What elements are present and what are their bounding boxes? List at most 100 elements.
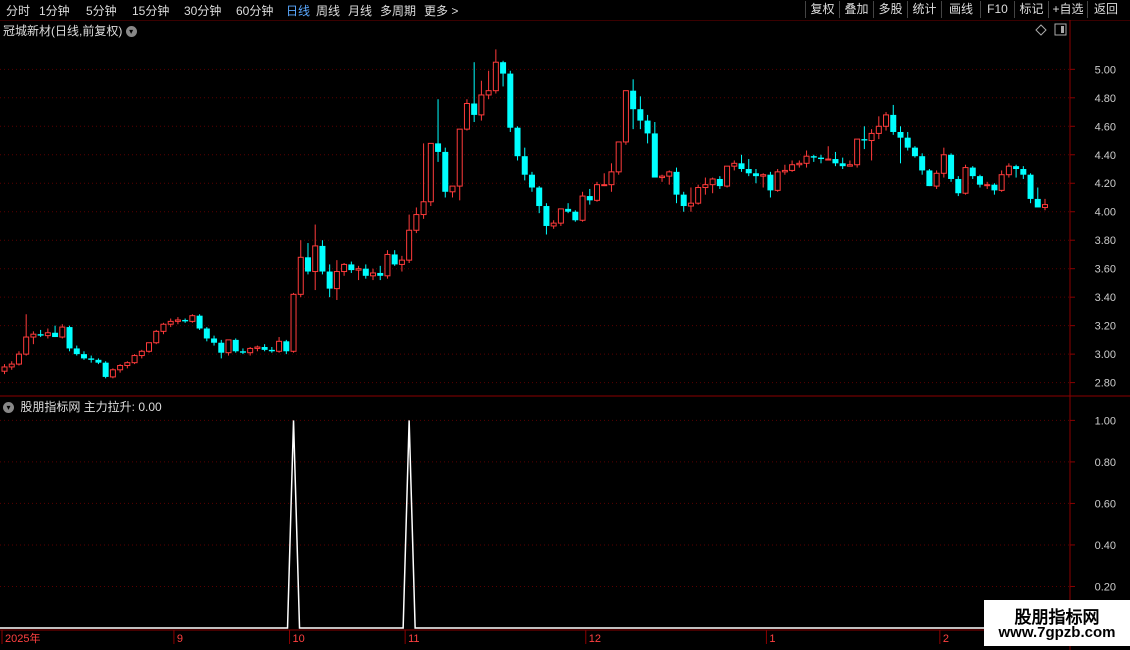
- candle-body-down: [1034, 198, 1041, 208]
- candle-body-down: [73, 348, 80, 355]
- y-tick-label: 3.60: [1095, 264, 1116, 276]
- indicator-series-line: [0, 420, 1070, 629]
- watermark: 股朋指标网 www.7gpzb.com: [984, 600, 1130, 646]
- y-tick-label: 3.00: [1095, 349, 1116, 361]
- candle-body-down: [442, 151, 449, 192]
- candle-body-up: [774, 171, 781, 191]
- candle-body-up: [160, 323, 167, 332]
- panel-toggle-icon: [1054, 23, 1067, 36]
- candle-body-down: [102, 362, 109, 377]
- candle-body-down: [52, 332, 59, 338]
- candle-body-up: [883, 114, 890, 127]
- candle-body-down: [304, 257, 311, 272]
- candle-body-up: [131, 355, 138, 364]
- candle-body-down: [839, 163, 846, 167]
- candle-body-up: [138, 350, 145, 357]
- candle-body-up: [1042, 204, 1048, 208]
- candle-body-down: [435, 143, 442, 152]
- x-axis: 2025年 9 10 11 12 1 2: [1, 630, 949, 645]
- candle-body-down: [911, 147, 918, 157]
- candle-body-up: [297, 256, 304, 295]
- candle-body-up: [290, 293, 297, 352]
- candle-body-down: [196, 315, 203, 329]
- candle-body-down: [565, 208, 572, 212]
- candle-body-up: [962, 167, 969, 194]
- stock-chart[interactable]: 5.00 4.80 4.60 4.40 4.20 4.00 3.80 3.60 3.40 3.20…: [0, 0, 1130, 650]
- candle-body-down: [66, 327, 73, 349]
- y-tick-label: 3.20: [1095, 321, 1116, 333]
- candle-body-down: [1013, 166, 1020, 170]
- candle-body-up: [312, 245, 319, 273]
- candle-body-down: [767, 174, 774, 191]
- x-tick-label: 10: [293, 633, 305, 645]
- candle-body-down: [637, 109, 644, 121]
- candle-body-up: [478, 94, 485, 116]
- y-tick-label: 0.60: [1095, 498, 1116, 510]
- candle-body-down: [1027, 174, 1034, 199]
- candle-body-down: [572, 211, 579, 221]
- candle-body-down: [897, 131, 904, 138]
- candle-body-up: [456, 128, 463, 187]
- candle-body-up: [117, 365, 124, 371]
- candlestick-series: [1, 49, 1048, 379]
- candle-body-up: [370, 272, 377, 277]
- candle-body-down: [919, 156, 926, 171]
- x-tick-label: 11: [408, 633, 419, 645]
- panel-icons: [1035, 23, 1067, 36]
- candle-body-up: [384, 253, 391, 277]
- candle-body-down: [644, 120, 651, 134]
- candle-body-down: [969, 167, 976, 177]
- y-tick-label: 2.80: [1095, 378, 1116, 390]
- candle-body-up: [23, 336, 30, 355]
- candle-body-up: [30, 333, 37, 338]
- watermark-url: www.7gpzb.com: [998, 624, 1116, 641]
- candle-body-up: [789, 164, 796, 171]
- candle-body-up: [615, 141, 622, 173]
- candle-body-up: [796, 162, 803, 166]
- y-tick-label: 4.60: [1095, 121, 1116, 133]
- candle-body-up: [341, 263, 348, 273]
- candle-body-up: [666, 171, 673, 177]
- candle-body-up: [1005, 165, 1012, 176]
- y-tick-label: 4.20: [1095, 178, 1116, 190]
- candle-body-up: [167, 320, 174, 325]
- candle-body-down: [326, 271, 333, 289]
- candle-body-down: [832, 159, 839, 164]
- candle-body-up: [44, 332, 51, 337]
- candle-body-up: [333, 271, 340, 290]
- candle-body-up: [247, 347, 254, 354]
- candle-body-up: [485, 90, 492, 96]
- candle-body-up: [659, 175, 666, 179]
- candle-body-up: [492, 61, 499, 92]
- candle-body-down: [348, 264, 355, 271]
- candle-body-up: [59, 326, 66, 338]
- candle-body-down: [630, 90, 637, 110]
- candle-body-down: [218, 342, 225, 353]
- candle-body-up: [760, 174, 767, 177]
- candle-body-up: [984, 184, 991, 187]
- candle-body-down: [268, 349, 275, 352]
- candle-body-down: [37, 334, 44, 336]
- panel-toggle-icon-bar: [1061, 26, 1064, 33]
- candle-body-up: [109, 369, 116, 378]
- candle-body-down: [80, 354, 87, 359]
- x-tick-label: 9: [177, 633, 183, 645]
- y-tick-label: 0.80: [1095, 457, 1116, 469]
- candle-body-up: [854, 138, 861, 166]
- candle-body-down: [716, 178, 723, 187]
- candle-body-up: [406, 229, 413, 261]
- candle-body-up: [695, 187, 702, 204]
- candle-body-down: [1020, 169, 1027, 175]
- candle-body-up: [557, 208, 564, 224]
- candle-body-down: [651, 133, 658, 178]
- candle-body-down: [976, 176, 983, 185]
- candle-body-down: [991, 184, 998, 191]
- y-tick-label: 0.40: [1095, 540, 1116, 552]
- candle-body-down: [745, 169, 752, 174]
- indicator-grid: [0, 419, 1070, 587]
- candle-body-down: [543, 206, 550, 226]
- candle-body-down: [948, 154, 955, 179]
- candle-body-down: [362, 268, 369, 276]
- indicator-y-axis: 1.00 0.80 0.60 0.40 0.20: [1070, 415, 1116, 593]
- candle-body-down: [536, 187, 543, 207]
